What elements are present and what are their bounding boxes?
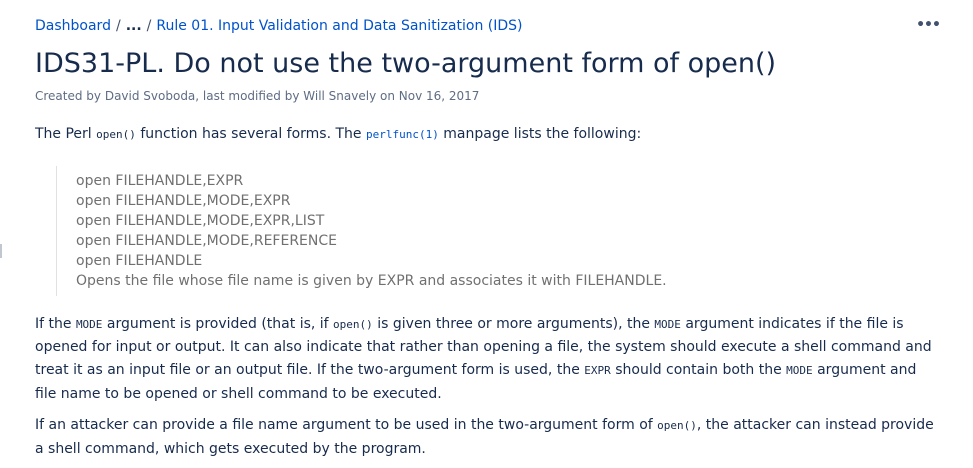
paragraph-attacker: If an attacker can provide a file name a… bbox=[35, 414, 935, 461]
code-open: open() bbox=[96, 128, 136, 141]
page-content: The Perl open() function has several for… bbox=[35, 123, 935, 461]
quote-line: open FILEHANDLE,MODE,EXPR bbox=[76, 192, 291, 209]
paragraph-intro: The Perl open() function has several for… bbox=[35, 123, 935, 147]
breadcrumb-separator: / bbox=[115, 18, 121, 34]
text: is given three or more arguments), the bbox=[372, 315, 655, 332]
breadcrumb-dashboard-link[interactable]: Dashboard bbox=[35, 18, 111, 34]
breadcrumb-parent-link[interactable]: Rule 01. Input Validation and Data Sanit… bbox=[156, 18, 522, 34]
breadcrumb: Dashboard /... / Rule 01. Input Validation … bbox=[35, 17, 523, 35]
code-open: open() bbox=[333, 317, 373, 331]
text: If an attacker can provide a file name a… bbox=[35, 417, 658, 434]
code-mode: MODE bbox=[75, 317, 103, 331]
text: function has several forms. The bbox=[135, 126, 366, 142]
text: If the bbox=[35, 315, 76, 332]
quote-line: open FILEHANDLE,MODE,REFERENCE bbox=[76, 232, 337, 249]
quote-line: open FILEHANDLE,EXPR bbox=[76, 172, 244, 189]
code-mode: MODE bbox=[654, 317, 681, 331]
sidebar-resize-handle[interactable] bbox=[0, 244, 2, 258]
text: manpage lists the following: bbox=[438, 126, 642, 142]
code-expr: EXPR bbox=[584, 364, 611, 378]
text: argument is provided (that is, if bbox=[102, 315, 334, 332]
breadcrumb-separator: / bbox=[146, 18, 152, 34]
quote-line: open FILEHANDLE bbox=[76, 252, 203, 269]
breadcrumb-ellipsis-button[interactable]: ... bbox=[126, 18, 142, 34]
more-actions-button[interactable]: ••• bbox=[916, 18, 941, 36]
paragraph-mode: If the MODE argument is provided (that i… bbox=[35, 313, 935, 407]
text: should contain both the bbox=[610, 362, 787, 379]
page-title: IDS31-PL. Do not use the two-argument fo… bbox=[35, 48, 777, 79]
quote-line: open FILEHANDLE,MODE,EXPR,LIST bbox=[76, 212, 325, 229]
page-byline: Created by David Svoboda, last modified … bbox=[35, 89, 480, 103]
perlfunc-link[interactable]: perlfunc(1) bbox=[366, 128, 439, 141]
code-open: open() bbox=[657, 419, 697, 433]
text: The Perl bbox=[35, 126, 97, 142]
quote-line: Opens the file whose file name is given … bbox=[76, 272, 667, 289]
code-mode: MODE bbox=[786, 364, 813, 378]
manpage-quote: open FILEHANDLE,EXPR open FILEHANDLE,MOD… bbox=[56, 165, 935, 296]
